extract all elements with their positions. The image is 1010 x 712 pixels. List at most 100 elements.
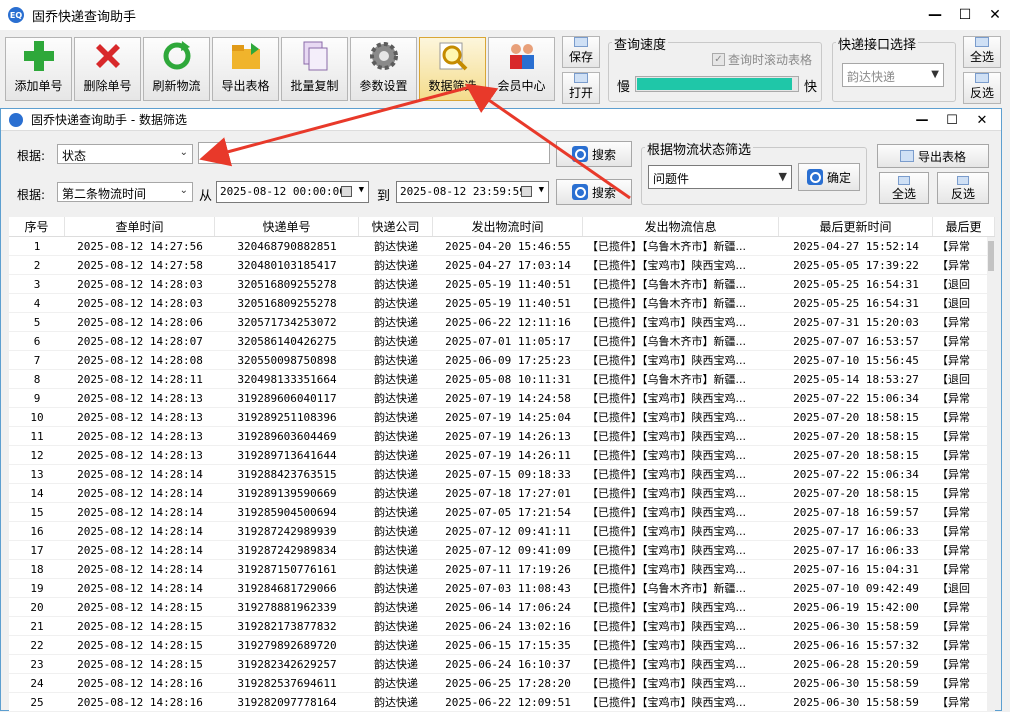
table-row[interactable]: 17 2025-08-12 14:28:14 319287242989834 韵达快递… [9,541,995,560]
vertical-scrollbar[interactable] [987,237,995,712]
table-cell: 2025-08-12 14:28:13 [77,411,203,424]
table-row[interactable]: 21 2025-08-12 14:28:15 319282173877832 韵达快递… [9,617,995,636]
date-from-picker[interactable]: 2025-08-12 00:00:00 ▼ [216,181,369,203]
table-row[interactable]: 13 2025-08-12 14:28:14 319288423763515 韵达快递… [9,465,995,484]
table-cell: 2025-07-20 18:58:15 [793,487,919,500]
table-cell: 2025-08-12 14:28:14 [77,506,203,519]
table-cell: 2025-08-12 14:28:14 [77,563,203,576]
date-to-picker[interactable]: 2025-08-12 23:59:59 ▼ [396,181,549,203]
keyword-input[interactable] [198,142,550,164]
table-cell: 韵达快递 [374,297,418,310]
column-header[interactable]: 序号 [9,217,65,236]
dialog-invert-button[interactable]: 反选 [937,172,989,204]
member-center-button[interactable]: 会员中心 [488,37,555,101]
batch-copy-button[interactable]: 批量复制 [281,37,348,101]
table-cell: 2025-07-07 16:53:57 [793,335,919,348]
filter-window-title: 固乔快递查询助手 - 数据筛选 [31,113,187,127]
table-body: 1 2025-08-12 14:27:56 320468790882851 韵达快递 2… [9,237,995,712]
table-row[interactable]: 14 2025-08-12 14:28:14 319289139590669 韵达快递… [9,484,995,503]
scroll-checkbox[interactable]: ✓ 查询时滚动表格 [712,51,812,68]
table-row[interactable]: 22 2025-08-12 14:28:15 319279892689720 韵达快递… [9,636,995,655]
table-cell: 319282537694611 [237,677,337,690]
settings-label: 参数设置 [359,79,408,93]
save-button[interactable]: 保存 [562,36,600,68]
table-cell: 【退回 [937,278,970,291]
data-filter-button[interactable]: 数据筛选 [419,37,486,101]
column-header[interactable]: 快递公司 [359,217,433,236]
confirm-button[interactable]: 确定 [798,163,860,191]
maximize-icon[interactable]: ☐ [950,0,980,30]
table-cell: 2025-07-22 15:06:34 [793,392,919,405]
api-select[interactable]: 韵达快递 ▼ [842,63,944,87]
table-row[interactable]: 19 2025-08-12 14:28:14 319284681729066 韵达快递… [9,579,995,598]
column-header[interactable]: 发出物流时间 [433,217,583,236]
data-filter-window: 固乔快递查询助手 - 数据筛选 — ☐ ✕ 根据: 状态 ⌄ 搜索 根据: 第二… [0,108,1002,712]
table-cell: 2025-08-12 14:28:14 [77,468,203,481]
table-cell: 2025-06-22 12:11:16 [445,316,571,329]
table-row[interactable]: 15 2025-08-12 14:28:14 319285904500694 韵达快递… [9,503,995,522]
table-row[interactable]: 12 2025-08-12 14:28:13 319289713641644 韵达快递… [9,446,995,465]
export-table-button[interactable]: 导出表格 [212,37,279,101]
table-cell: 2025-06-24 16:10:37 [445,658,571,671]
status-select[interactable]: 问题件 ▼ [648,165,792,189]
app-icon [9,112,23,127]
invert-icon [975,73,989,83]
minimize-icon[interactable]: — [920,0,950,30]
chevron-down-icon: ⌄ [179,185,188,196]
column-header[interactable]: 发出物流信息 [583,217,779,236]
settings-button[interactable]: 参数设置 [350,37,417,101]
speed-slider[interactable] [635,76,799,92]
table-cell: 320586140426275 [237,335,337,348]
basis-select-2[interactable]: 第二条物流时间 ⌄ [57,182,193,202]
invert-button[interactable]: 反选 [963,72,1001,104]
column-header[interactable]: 快递单号 [215,217,359,236]
table-row[interactable]: 6 2025-08-12 14:28:07 320586140426275 韵达快递 2… [9,332,995,351]
table-row[interactable]: 18 2025-08-12 14:28:14 319287150776161 韵达快递… [9,560,995,579]
table-row[interactable]: 24 2025-08-12 14:28:16 319282537694611 韵达快递… [9,674,995,693]
minimize-icon[interactable]: — [907,109,937,131]
table-cell: 【已揽件】【宝鸡市】陕西宝鸡... [587,696,746,709]
table-row[interactable]: 20 2025-08-12 14:28:15 319278881962339 韵达快递… [9,598,995,617]
table-row[interactable]: 1 2025-08-12 14:27:56 320468790882851 韵达快递 2… [9,237,995,256]
column-header[interactable]: 查单时间 [65,217,215,236]
table-cell: 2025-08-12 14:28:15 [77,601,203,614]
table-row[interactable]: 4 2025-08-12 14:28:03 320516809255278 韵达快递 2… [9,294,995,313]
table-row[interactable]: 11 2025-08-12 14:28:13 319289603604469 韵达快递… [9,427,995,446]
table-row[interactable]: 25 2025-08-12 14:28:16 319282097778164 韵达快递… [9,693,995,712]
add-number-button[interactable]: 添加单号 [5,37,72,101]
close-icon[interactable]: ✕ [967,109,997,131]
column-header[interactable]: 最后更新时间 [779,217,933,236]
table-row[interactable]: 23 2025-08-12 14:28:15 319282342629257 韵达快递… [9,655,995,674]
table-row[interactable]: 9 2025-08-12 14:28:13 319289606040117 韵达快递 2… [9,389,995,408]
table-cell: 2025-06-25 17:28:20 [445,677,571,690]
refresh-button[interactable]: 刷新物流 [143,37,210,101]
dialog-select-all-button[interactable]: 全选 [879,172,929,204]
table-cell: 【异常 [937,316,970,329]
open-button[interactable]: 打开 [562,72,600,104]
table-row[interactable]: 16 2025-08-12 14:28:14 319287242989939 韵达快递… [9,522,995,541]
table-row[interactable]: 2 2025-08-12 14:27:58 320480103185417 韵达快递 2… [9,256,995,275]
table-cell: 2025-08-12 14:28:07 [77,335,203,348]
search-button-2[interactable]: 搜索 [556,179,632,205]
table-row[interactable]: 8 2025-08-12 14:28:11 320498133351664 韵达快递 2… [9,370,995,389]
table-cell: 2025-08-12 14:28:16 [77,696,203,709]
table-row[interactable]: 10 2025-08-12 14:28:13 319289251108396 韵达快递… [9,408,995,427]
table-row[interactable]: 7 2025-08-12 14:28:08 320550098750898 韵达快递 2… [9,351,995,370]
table-cell: 【异常 [937,658,970,671]
table-cell: 1 [33,240,41,253]
export-table-button[interactable]: 导出表格 [877,144,989,168]
table-row[interactable]: 5 2025-08-12 14:28:06 320571734253072 韵达快递 2… [9,313,995,332]
column-header[interactable]: 最后更 [933,217,995,236]
table-cell: 2025-06-30 15:58:59 [793,696,919,709]
basis-select-1[interactable]: 状态 ⌄ [57,144,193,164]
delete-number-button[interactable]: 删除单号 [74,37,141,101]
select-all-button[interactable]: 全选 [963,36,1001,68]
table-cell: 2025-08-12 14:28:14 [77,544,203,557]
search-button-1[interactable]: 搜索 [556,141,632,167]
maximize-icon[interactable]: ☐ [937,109,967,131]
scroll-thumb[interactable] [988,241,994,271]
table-cell: 2025-08-12 14:28:15 [77,620,203,633]
table-row[interactable]: 3 2025-08-12 14:28:03 320516809255278 韵达快递 2… [9,275,995,294]
table-cell: 2025-08-12 14:28:14 [77,487,203,500]
close-icon[interactable]: ✕ [980,0,1010,30]
